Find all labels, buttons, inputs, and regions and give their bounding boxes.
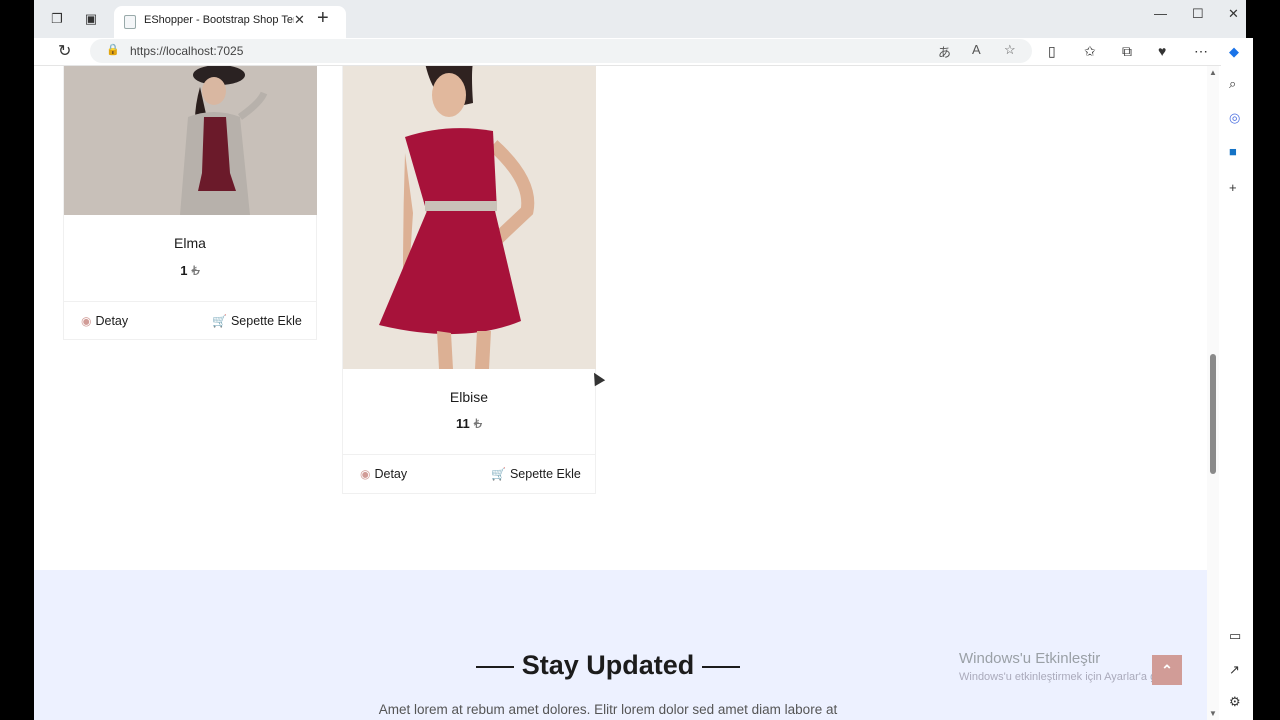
apps-icon[interactable]: ◎	[1229, 110, 1240, 126]
tab-title: EShopper - Bootstrap Shop Temp	[144, 14, 294, 26]
add-to-cart-button[interactable]: 🛒 Sepette Ekle	[491, 467, 581, 481]
newsletter-text: Amet lorem at rebum amet dolores. Elitr …	[378, 702, 838, 717]
product-image[interactable]	[64, 66, 317, 215]
tab-eshopper[interactable]: EShopper - Bootstrap Shop Temp ✕	[114, 6, 346, 38]
price-value: 1	[180, 263, 188, 278]
favorites-icon[interactable]: ✩	[1084, 43, 1096, 60]
address-bar-row: ↻ 🔒 https://localhost:7025 あ A ☆ ▯ ✩ ⧉ ♥…	[34, 38, 1246, 66]
add-sidebar-app-icon[interactable]: +	[1229, 180, 1237, 195]
detail-button[interactable]: ◉ Detay	[360, 467, 407, 481]
close-window-icon[interactable]: ✕	[1228, 6, 1239, 22]
favorite-star-icon[interactable]: ☆	[1004, 42, 1016, 58]
page-favicon-icon	[124, 15, 136, 29]
eye-icon: ◉	[81, 314, 92, 328]
product-price: 1 ₺	[64, 263, 316, 279]
close-tab-icon[interactable]: ✕	[294, 12, 305, 28]
back-to-top-button[interactable]: ⌃	[1152, 655, 1182, 685]
more-menu-icon[interactable]: ⋯	[1194, 43, 1208, 60]
hide-sidebar-icon[interactable]: ▭	[1229, 628, 1241, 644]
address-bar[interactable]: 🔒 https://localhost:7025 あ A ☆	[90, 39, 1032, 63]
settings-gear-icon[interactable]: ⚙	[1229, 694, 1241, 710]
newsletter-section: Stay Updated Amet lorem at rebum amet do…	[34, 570, 1207, 720]
scroll-down-arrow-icon[interactable]: ▼	[1209, 709, 1217, 718]
outlook-icon[interactable]: ■	[1229, 144, 1237, 159]
windows-activation-title: Windows'u Etkinleştir	[959, 650, 1101, 667]
browser-window: ❐ ▣ EShopper - Bootstrap Shop Temp ✕ + —…	[34, 0, 1246, 720]
title-line-left	[475, 665, 514, 668]
scrollbar-thumb[interactable]	[1210, 354, 1216, 474]
newsletter-title-text: Stay Updated	[521, 650, 695, 680]
cart-label: Sepette Ekle	[509, 467, 581, 481]
maximize-icon[interactable]: ☐	[1192, 6, 1204, 22]
search-icon[interactable]: ⌕	[1229, 76, 1236, 92]
tab-strip: ❐ ▣ EShopper - Bootstrap Shop Temp ✕ + —…	[34, 0, 1246, 38]
tab-actions-icon[interactable]: ▣	[82, 10, 100, 28]
product-card-footer: ◉ Detay 🛒 Sepette Ekle	[343, 454, 595, 494]
detail-button[interactable]: ◉ Detay	[81, 314, 128, 328]
web-page: Elma 1 ₺ ◉ Detay 🛒 Sepette Ekle Elbise 1…	[34, 66, 1207, 720]
cart-icon: 🛒	[491, 467, 506, 481]
detail-label: Detay	[95, 314, 129, 328]
product-price: 11 ₺	[343, 416, 595, 432]
cart-label: Sepette Ekle	[230, 314, 302, 328]
chevron-up-icon: ⌃	[1161, 662, 1173, 678]
read-aloud-icon[interactable]: A	[972, 42, 981, 57]
price-value: 11	[455, 416, 470, 431]
reload-icon[interactable]: ↻	[58, 41, 71, 61]
currency-symbol: ₺	[473, 416, 483, 431]
url-text: https://localhost:7025	[130, 44, 244, 58]
minimize-icon[interactable]: —	[1154, 6, 1167, 21]
eye-icon: ◉	[360, 467, 371, 481]
product-name[interactable]: Elbise	[343, 389, 595, 405]
currency-symbol: ₺	[191, 263, 200, 278]
product-name[interactable]: Elma	[64, 235, 316, 251]
workspaces-icon[interactable]: ❐	[48, 10, 66, 28]
lock-icon[interactable]: 🔒	[106, 43, 120, 56]
external-link-icon[interactable]: ↗	[1229, 662, 1240, 678]
split-screen-icon[interactable]: ▯	[1048, 43, 1056, 60]
title-line-right	[702, 665, 741, 668]
add-to-cart-button[interactable]: 🛒 Sepette Ekle	[212, 314, 302, 328]
copilot-icon[interactable]: ◆	[1229, 44, 1239, 60]
detail-label: Detay	[374, 467, 408, 481]
translate-icon[interactable]: あ	[938, 42, 951, 61]
scroll-up-arrow-icon[interactable]: ▲	[1209, 68, 1217, 77]
new-tab-button[interactable]: +	[317, 7, 329, 30]
product-card: Elma 1 ₺ ◉ Detay 🛒 Sepette Ekle	[63, 66, 317, 340]
product-card-footer: ◉ Detay 🛒 Sepette Ekle	[64, 301, 316, 341]
edge-sidebar: ◆ ⌕ ◎ ■ + ▭ ↗ ⚙	[1221, 38, 1253, 720]
cart-icon: 🛒	[212, 314, 227, 328]
windows-activation-subtitle: Windows'u etkinleştirmek için Ayarlar'a …	[959, 671, 1177, 683]
collections-icon[interactable]: ⧉	[1122, 43, 1132, 60]
page-scrollbar[interactable]: ▲ ▼	[1207, 66, 1219, 720]
product-image[interactable]	[343, 66, 596, 369]
product-card: Elbise 11 ₺ ◉ Detay 🛒 Sepette Ekle	[342, 66, 596, 494]
browser-essentials-icon[interactable]: ♥	[1158, 43, 1166, 59]
screen: ❐ ▣ EShopper - Bootstrap Shop Temp ✕ + —…	[0, 0, 1280, 720]
